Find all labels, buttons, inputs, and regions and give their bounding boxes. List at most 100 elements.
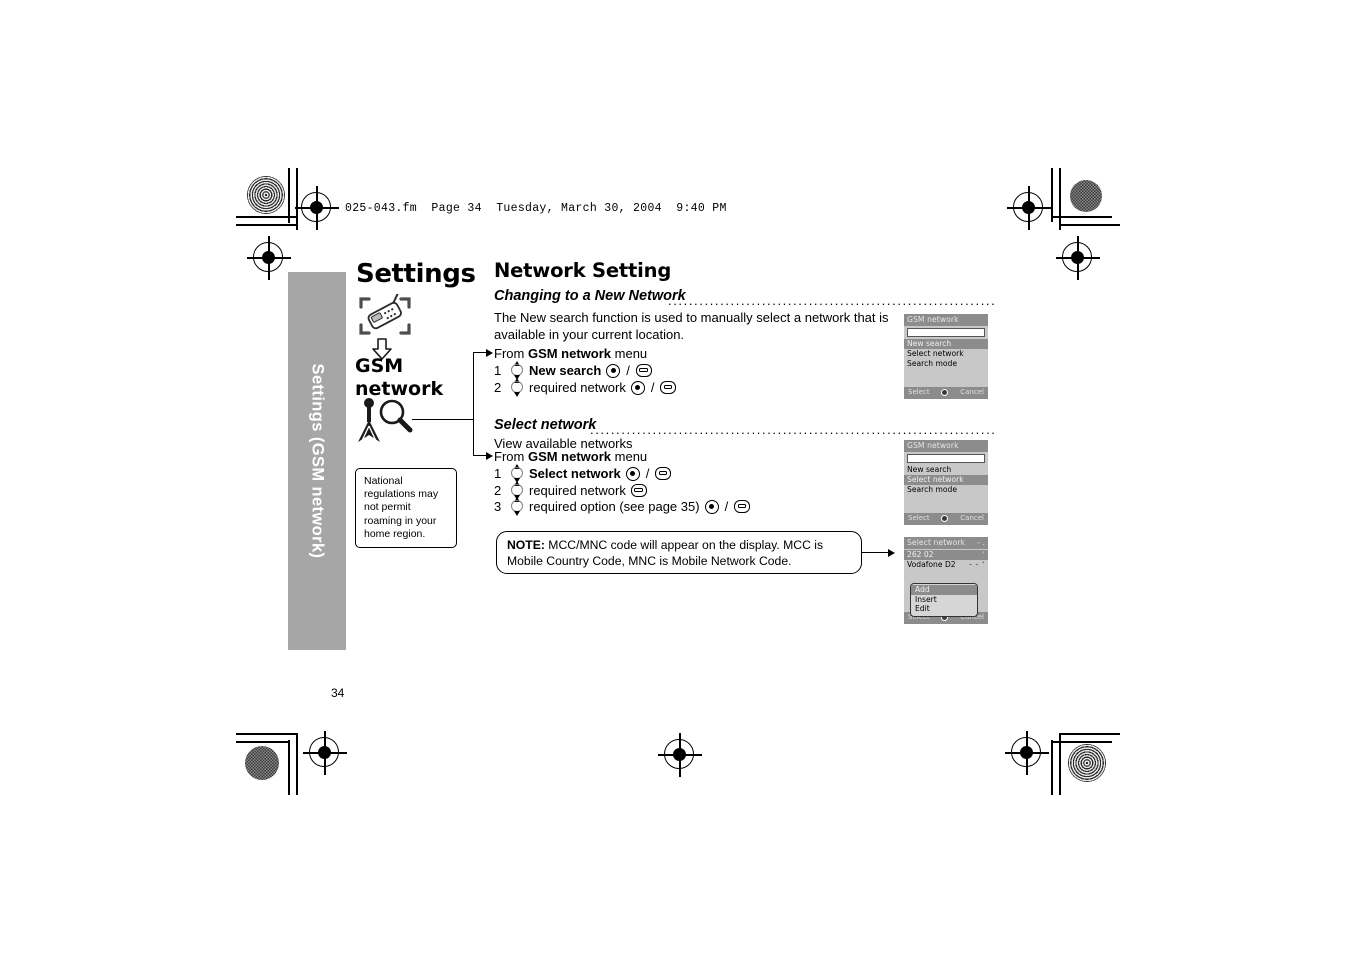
select-key-icon	[625, 466, 640, 481]
halftone-circle-top-right	[1070, 180, 1102, 212]
subsection-body-1: The New search function is used to manua…	[494, 310, 889, 342]
phone-screen-new-search: GSM network New search Select network Se…	[904, 314, 988, 399]
ok-key-icon[interactable]	[941, 515, 949, 523]
popup-item-edit[interactable]: Edit	[911, 604, 977, 614]
from-suffix: menu	[611, 346, 648, 361]
screen-menu-item-select-network[interactable]: Select network	[904, 475, 988, 485]
network-row-label: 262 02	[907, 550, 934, 559]
step-row: 3 required option (see page 35) /	[494, 497, 751, 516]
page-number: 34	[331, 686, 345, 700]
from-suffix: menu	[611, 449, 648, 464]
screen-title: Select network - .	[904, 537, 988, 549]
popup-item-add[interactable]: Add	[911, 585, 977, 595]
connector-arrowhead	[486, 349, 493, 357]
halftone-circle-bottom-right	[1068, 744, 1106, 782]
crop-line	[1051, 741, 1112, 743]
softkey-icon	[635, 364, 652, 377]
crop-line	[296, 733, 298, 795]
registration-mark-left	[247, 236, 291, 280]
heading-leader-dots-2: ........................................…	[590, 422, 994, 436]
nav-updown-key-icon	[509, 378, 524, 397]
crop-line	[288, 740, 290, 795]
menu-entry-path-2: From GSM network menu	[494, 449, 647, 464]
phone-screen-network-list: Select network - . 262 02 ' Vodafone D2 …	[904, 537, 988, 624]
phone-in-brackets-icon	[357, 292, 413, 338]
menu-entry-path-1: From GSM network menu	[494, 346, 647, 361]
note-label: NOTE:	[507, 538, 545, 552]
connector-line	[473, 352, 487, 354]
nav-updown-key-icon	[509, 497, 524, 516]
screen-menu-item-select-network[interactable]: Select network	[904, 349, 988, 359]
subsection-heading-1: Changing to a New Network	[494, 288, 686, 304]
step-label: required network	[529, 380, 626, 395]
halftone-circle-top-left	[247, 176, 285, 214]
screen-softkey-right[interactable]: Cancel	[960, 514, 984, 524]
screen-menu-list: New search Select network Search mode	[904, 339, 988, 369]
note-text: MCC/MNC code will appear on the display.…	[507, 538, 824, 568]
crop-line	[236, 216, 296, 218]
registration-mark-bottom-left	[303, 731, 347, 775]
antenna-magnifier-icon	[356, 396, 418, 448]
softkey-icon	[655, 467, 672, 480]
network-row-operator[interactable]: Vodafone D2 - - '	[904, 560, 988, 570]
step-number: 3	[494, 499, 502, 514]
crop-line	[1051, 168, 1053, 222]
crop-line	[236, 741, 289, 743]
step-label: required option (see page 35)	[529, 499, 700, 514]
from-prefix: From	[494, 346, 528, 361]
signal-indicator: - - '	[969, 560, 985, 568]
softkey-icon	[630, 484, 647, 497]
page-title: Settings	[356, 259, 476, 289]
screen-network-rows: 262 02 ' Vodafone D2 - - '	[904, 549, 988, 570]
key-separator: /	[626, 363, 630, 378]
screen-softkey-left[interactable]: Select	[908, 388, 930, 398]
network-row-label: Vodafone D2	[907, 560, 956, 569]
network-row-mccmnc[interactable]: 262 02 '	[904, 550, 988, 560]
step-number: 1	[494, 466, 502, 481]
screen-title: GSM network	[904, 314, 988, 326]
step-label: required network	[529, 483, 626, 498]
screen-menu-item-new-search[interactable]: New search	[904, 339, 988, 349]
screen-softkey-bar: Select Cancel	[904, 387, 988, 399]
context-menu-popup: Add Insert Edit	[910, 583, 978, 617]
subsection-heading-2: Select network	[494, 417, 597, 433]
step-label: New search	[529, 363, 602, 378]
softkey-icon	[660, 381, 677, 394]
phone-screen-select-network: GSM network New search Select network Se…	[904, 440, 988, 525]
select-key-icon	[606, 363, 621, 378]
step-number: 1	[494, 363, 502, 378]
screen-softkey-left[interactable]: Select	[908, 514, 930, 524]
screen-softkey-right[interactable]: Cancel	[960, 388, 984, 398]
signal-indicator: '	[982, 550, 985, 558]
crop-line	[236, 224, 297, 226]
screen-input-field[interactable]	[907, 454, 985, 463]
heading-leader-dots-1: ........................................…	[668, 293, 994, 307]
connector-line	[473, 352, 475, 455]
softkey-icon	[734, 500, 751, 513]
step-number: 2	[494, 380, 502, 395]
crop-line	[236, 733, 296, 735]
connector-line	[862, 552, 888, 554]
screen-blank-area	[904, 369, 988, 387]
select-key-icon	[704, 499, 719, 514]
popup-item-insert[interactable]: Insert	[911, 595, 977, 605]
ok-key-icon[interactable]	[941, 389, 949, 397]
screen-input-field[interactable]	[907, 328, 985, 337]
step-label: Select network	[529, 466, 621, 481]
halftone-circle-bottom-left	[245, 746, 279, 780]
step-row: 2 required network /	[494, 378, 677, 397]
crop-line	[288, 168, 290, 223]
screen-menu-item-search-mode[interactable]: Search mode	[904, 359, 988, 369]
screen-blank-area	[904, 495, 988, 513]
screen-menu-item-new-search[interactable]: New search	[904, 465, 988, 475]
screen-menu-item-search-mode[interactable]: Search mode	[904, 485, 988, 495]
from-prefix: From	[494, 449, 528, 464]
crop-line	[1059, 733, 1120, 735]
connector-line	[412, 419, 474, 421]
select-key-icon	[630, 380, 645, 395]
crop-line	[1051, 740, 1053, 795]
connector-arrowhead	[486, 452, 493, 460]
from-menu-name: GSM network	[527, 449, 612, 464]
key-separator: /	[724, 499, 729, 514]
connector-line	[473, 455, 487, 457]
